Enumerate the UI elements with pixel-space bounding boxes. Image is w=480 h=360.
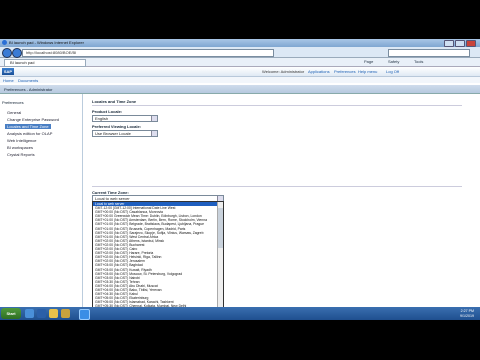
nav-item-bi-workspaces[interactable]: BI workspaces — [7, 145, 33, 150]
product-locale-select[interactable]: English — [92, 115, 158, 122]
nav-item-crystal-reports[interactable]: Crystal Reports — [7, 152, 35, 157]
folder-icon[interactable] — [61, 309, 70, 318]
window-title: BI launch pad - Windows Internet Explore… — [9, 40, 84, 45]
explorer-icon[interactable] — [49, 309, 58, 318]
home-tab[interactable]: Home — [3, 78, 14, 83]
page-menu[interactable]: Page — [364, 59, 373, 64]
minimize-button[interactable] — [444, 40, 454, 47]
ie-icon — [2, 40, 7, 45]
maximize-button[interactable] — [455, 40, 465, 47]
viewing-locale-value: Use Browser Locale — [95, 131, 131, 136]
scrollbar-thumb[interactable] — [218, 208, 223, 248]
clock-date: 9/1/2019 — [460, 313, 474, 318]
sap-header: SAP Welcome: Administrator Applications … — [0, 67, 480, 77]
documents-tab[interactable]: Documents — [18, 78, 38, 83]
dropdown-scrollbar[interactable] — [217, 202, 223, 320]
server-manager-icon[interactable] — [25, 309, 34, 318]
address-bar: http://localhost:8080/BOE/BI — [0, 47, 480, 58]
nav-item-web-intelligence[interactable]: Web Intelligence — [7, 138, 37, 143]
chevron-down-icon — [151, 116, 157, 121]
preferences-content: Locales and Time Zone Product Locale: En… — [88, 94, 468, 320]
safety-menu[interactable]: Safety — [388, 59, 399, 64]
sap-logo: SAP — [2, 68, 14, 75]
screen: BI launch pad - Windows Internet Explore… — [0, 39, 480, 320]
search-input[interactable] — [388, 49, 470, 57]
timezone-option[interactable]: GMT+01:00 (No DST) Belgrade, Bratislava,… — [93, 222, 223, 226]
chevron-down-icon — [151, 131, 157, 136]
system-clock: 2:27 PM 9/1/2019 — [460, 309, 474, 318]
preferences-title-bar: Preferences - Administrator — [0, 85, 480, 94]
section-title: Locales and Time Zone — [92, 99, 137, 104]
browser-title-bar: BI launch pad - Windows Internet Explore… — [0, 39, 480, 47]
forward-button[interactable] — [12, 48, 22, 58]
browser-tab-label: BI launch pad — [10, 60, 35, 65]
url-text: http://localhost:8080/BOE/BI — [26, 50, 77, 55]
nav-item-general[interactable]: General — [7, 110, 21, 115]
divider — [92, 186, 462, 187]
preferences-title: Preferences - Administrator — [4, 87, 53, 92]
sap-subnav: Home Documents — [0, 77, 480, 83]
log-off-link[interactable]: Log Off — [386, 69, 399, 74]
tools-menu[interactable]: Tools — [414, 59, 423, 64]
tab-bar: BI launch pad Page Safety Tools — [0, 58, 480, 67]
windows-taskbar: Start 2:27 PM 9/1/2019 — [0, 307, 480, 320]
url-field[interactable]: http://localhost:8080/BOE/BI — [22, 49, 274, 57]
viewing-locale-label: Preferred Viewing Locale: — [92, 124, 142, 129]
nav-item-locales[interactable]: Locales and Time Zone — [5, 124, 51, 129]
close-button[interactable] — [466, 40, 476, 47]
divider — [92, 105, 462, 106]
nav-item-change-password[interactable]: Change Enterprise Password — [7, 117, 59, 122]
browser-tab[interactable]: BI launch pad — [4, 59, 86, 67]
preferences-link[interactable]: Preferences — [334, 69, 356, 74]
product-locale-value: English — [95, 116, 109, 121]
back-button[interactable] — [2, 48, 12, 58]
nav-header: Preferences — [2, 100, 24, 105]
applications-link[interactable]: Applications — [308, 69, 330, 74]
start-button[interactable]: Start — [1, 308, 21, 319]
nav-item-analysis[interactable]: Analysis edition for OLAP — [7, 131, 52, 136]
viewing-locale-select[interactable]: Use Browser Locale — [92, 130, 158, 137]
internet-explorer-icon[interactable] — [79, 309, 90, 320]
user-label: Welcome: Administrator — [262, 69, 305, 74]
product-locale-label: Product Locale: — [92, 109, 123, 114]
help-menu-link[interactable]: Help menu — [358, 69, 377, 74]
preferences-nav: Preferences General Change Enterprise Pa… — [0, 94, 83, 320]
clock-time: 2:27 PM — [460, 309, 474, 313]
powershell-icon[interactable] — [37, 309, 46, 318]
timezone-dropdown-list[interactable]: Local to web server GMT-12:00 [GMT-12:00]… — [92, 201, 224, 320]
